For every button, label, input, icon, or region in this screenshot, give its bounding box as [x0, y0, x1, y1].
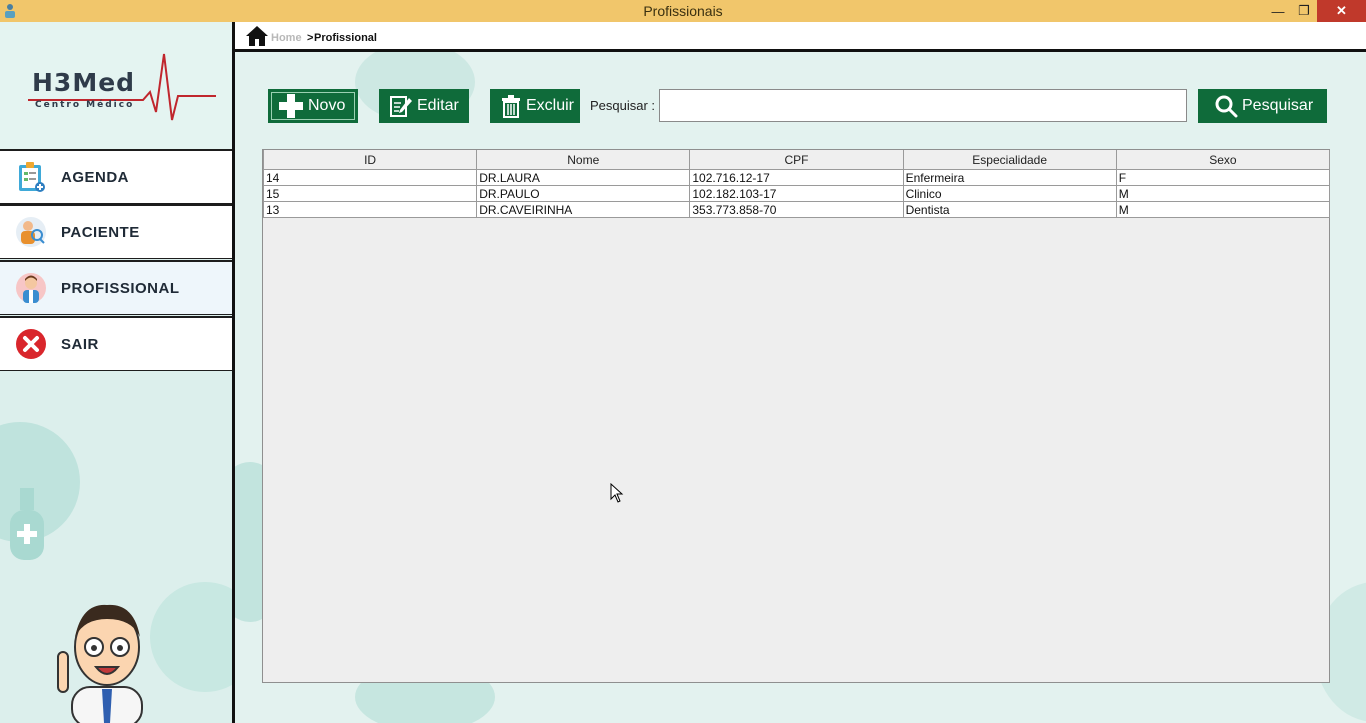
cell-id: 13 [262, 201, 478, 218]
table-row[interactable]: 15 DR.PAULO 102.182.103-17 Clinico M [262, 185, 1331, 202]
cell-especialidade: Enfermeira [902, 169, 1117, 186]
main-content: Home > Profissional Novo Editar Excluir … [235, 22, 1366, 723]
title-bar: Profissionais — ❐ ✕ [0, 0, 1366, 22]
search-icon [1214, 94, 1238, 118]
sidebar-item-label: PROFISSIONAL [61, 279, 180, 297]
excluir-label: Excluir [526, 97, 575, 114]
sidebar-item-paciente[interactable]: PACIENTE [0, 204, 232, 259]
doctor-icon [15, 272, 47, 304]
cell-nome: DR.PAULO [476, 185, 691, 202]
sidebar-item-label: AGENDA [61, 168, 130, 186]
search-input[interactable] [659, 89, 1187, 122]
trash-icon [500, 94, 522, 118]
window-title: Profissionais [643, 3, 723, 19]
column-header-id[interactable]: ID [262, 150, 478, 170]
breadcrumb-home-link[interactable]: Home [271, 32, 302, 44]
minimize-button[interactable]: — [1265, 0, 1291, 22]
logo-subtitle: Centro Médico [35, 100, 135, 110]
breadcrumb: Home > Profissional [235, 22, 1366, 52]
sidebar: H3Med Centro Médico AGENDA PACIENTE PROF… [0, 22, 232, 723]
table-row[interactable]: 14 DR.LAURA 102.716.12-17 Enfermeira F [262, 169, 1331, 186]
table-row[interactable]: 13 DR.CAVEIRINHA 353.773.858-70 Dentista… [262, 201, 1331, 218]
plus-icon [278, 93, 304, 119]
cell-cpf: 102.182.103-17 [689, 185, 904, 202]
doctor-mascot-illustration [57, 604, 143, 723]
pesquisar-label: Pesquisar [1242, 97, 1314, 114]
edit-icon [389, 94, 413, 118]
sidebar-item-agenda[interactable]: AGENDA [0, 149, 232, 204]
search-label: Pesquisar : [590, 98, 656, 113]
sidebar-item-profissional[interactable]: PROFISSIONAL [0, 260, 232, 315]
clipboard-icon [15, 161, 47, 193]
sanitizer-icon [10, 488, 44, 560]
exit-icon [15, 328, 47, 360]
patient-icon [15, 216, 47, 248]
home-icon[interactable] [245, 25, 269, 47]
cell-sexo: M [1115, 185, 1331, 202]
sidebar-item-sair[interactable]: SAIR [0, 316, 232, 371]
cell-cpf: 353.773.858-70 [689, 201, 904, 218]
column-header-especialidade[interactable]: Especialidade [902, 150, 1117, 170]
novo-button[interactable]: Novo [268, 89, 358, 123]
breadcrumb-current: Profissional [314, 32, 377, 44]
mouse-cursor-icon [610, 483, 624, 503]
breadcrumb-separator: > [307, 32, 314, 44]
table-header-row: ID Nome CPF Especialidade Sexo [262, 150, 1331, 170]
cell-id: 14 [262, 169, 478, 186]
sidebar-item-label: SAIR [61, 335, 99, 353]
pesquisar-button[interactable]: Pesquisar [1198, 89, 1327, 123]
column-header-cpf[interactable]: CPF [689, 150, 904, 170]
cell-nome: DR.LAURA [476, 169, 691, 186]
cell-sexo: F [1115, 169, 1331, 186]
profissionais-table: ID Nome CPF Especialidade Sexo 14 DR.LAU… [262, 149, 1331, 683]
editar-label: Editar [417, 97, 459, 114]
cell-cpf: 102.716.12-17 [689, 169, 904, 186]
cell-especialidade: Clinico [902, 185, 1117, 202]
logo-name: H3Med [32, 68, 136, 97]
logo-area: H3Med Centro Médico [0, 22, 232, 150]
decor-circle [150, 582, 232, 692]
column-header-nome[interactable]: Nome [476, 150, 691, 170]
novo-label: Novo [308, 97, 346, 114]
cell-especialidade: Dentista [902, 201, 1117, 218]
cell-sexo: M [1115, 201, 1331, 218]
cell-nome: DR.CAVEIRINHA [476, 201, 691, 218]
maximize-button[interactable]: ❐ [1291, 0, 1317, 22]
close-button[interactable]: ✕ [1317, 0, 1366, 22]
column-header-sexo[interactable]: Sexo [1115, 150, 1331, 170]
cell-id: 15 [262, 185, 478, 202]
editar-button[interactable]: Editar [379, 89, 469, 123]
excluir-button[interactable]: Excluir [490, 89, 580, 123]
sidebar-item-label: PACIENTE [61, 223, 140, 241]
